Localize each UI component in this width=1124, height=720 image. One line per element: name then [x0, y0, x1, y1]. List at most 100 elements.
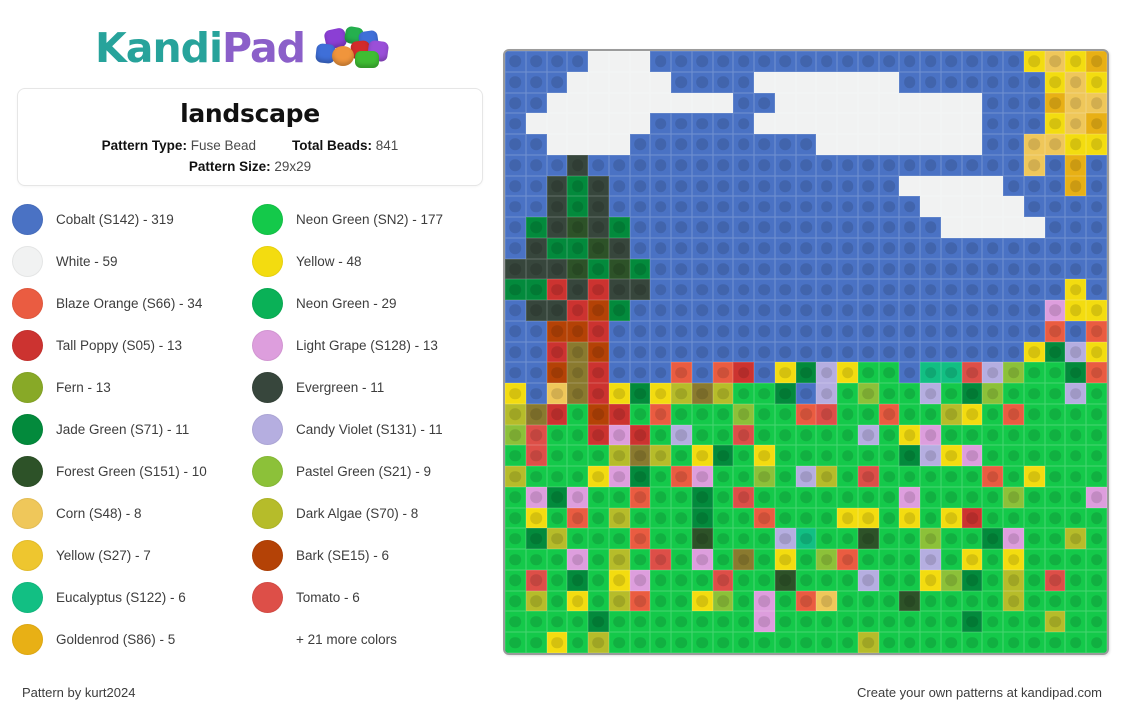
bead-cell[interactable] — [961, 362, 983, 384]
bead-cell[interactable] — [961, 528, 983, 550]
bead-cell[interactable] — [733, 507, 755, 529]
bead-cell[interactable] — [505, 383, 526, 404]
bead-cell[interactable] — [1065, 320, 1087, 342]
bead-cell[interactable] — [816, 237, 838, 259]
bead-cell[interactable] — [816, 92, 838, 114]
bead-cell[interactable] — [588, 258, 609, 280]
bead-cell[interactable] — [671, 196, 692, 218]
bead-cell[interactable] — [733, 279, 755, 301]
bead-cell[interactable] — [691, 154, 713, 176]
bead-cell[interactable] — [567, 258, 589, 280]
bead-cell[interactable] — [774, 51, 796, 72]
bead-cell[interactable] — [671, 71, 692, 93]
bead-cell[interactable] — [857, 632, 879, 653]
bead-cell[interactable] — [920, 175, 941, 197]
bead-cell[interactable] — [629, 362, 651, 384]
bead-cell[interactable] — [505, 237, 526, 259]
bead-cell[interactable] — [608, 466, 630, 487]
bead-cell[interactable] — [1003, 549, 1024, 570]
bead-cell[interactable] — [940, 486, 962, 508]
bead-cell[interactable] — [878, 196, 900, 218]
bead-cell[interactable] — [567, 113, 589, 135]
bead-cell[interactable] — [525, 300, 547, 321]
bead-cell[interactable] — [940, 403, 962, 425]
bead-cell[interactable] — [774, 549, 796, 570]
bead-cell[interactable] — [546, 528, 568, 550]
bead-cell[interactable] — [1065, 466, 1087, 487]
bead-cell[interactable] — [712, 300, 734, 321]
bead-cell[interactable] — [774, 362, 796, 384]
bead-cell[interactable] — [525, 258, 547, 280]
bead-cell[interactable] — [795, 196, 817, 218]
bead-cell[interactable] — [920, 424, 941, 446]
bead-cell[interactable] — [816, 403, 838, 425]
bead-cell[interactable] — [629, 383, 651, 404]
bead-cell[interactable] — [691, 528, 713, 550]
bead-cell[interactable] — [837, 175, 858, 197]
bead-cell[interactable] — [837, 51, 858, 72]
bead-cell[interactable] — [857, 71, 879, 93]
bead-cell[interactable] — [567, 341, 589, 363]
bead-cell[interactable] — [733, 237, 755, 259]
bead-cell[interactable] — [1086, 549, 1107, 570]
bead-cell[interactable] — [671, 528, 692, 550]
bead-cell[interactable] — [899, 279, 921, 301]
bead-cell[interactable] — [940, 466, 962, 487]
bead-cell[interactable] — [650, 279, 672, 301]
bead-cell[interactable] — [1044, 632, 1066, 653]
bead-cell[interactable] — [629, 341, 651, 363]
bead-cell[interactable] — [1086, 611, 1107, 633]
bead-cell[interactable] — [567, 154, 589, 176]
bead-cell[interactable] — [878, 237, 900, 259]
bead-cell[interactable] — [940, 528, 962, 550]
bead-cell[interactable] — [920, 445, 941, 467]
bead-cell[interactable] — [940, 445, 962, 467]
bead-cell[interactable] — [816, 590, 838, 612]
bead-cell[interactable] — [795, 217, 817, 238]
bead-cell[interactable] — [961, 237, 983, 259]
bead-cell[interactable] — [1044, 279, 1066, 301]
bead-cell[interactable] — [1003, 279, 1024, 301]
bead-cell[interactable] — [588, 569, 609, 591]
bead-cell[interactable] — [650, 300, 672, 321]
bead-cell[interactable] — [1044, 154, 1066, 176]
bead-cell[interactable] — [1065, 507, 1087, 529]
bead-cell[interactable] — [691, 279, 713, 301]
bead-cell[interactable] — [1023, 217, 1045, 238]
bead-cell[interactable] — [546, 300, 568, 321]
bead-cell[interactable] — [1023, 528, 1045, 550]
bead-cell[interactable] — [754, 320, 775, 342]
bead-cell[interactable] — [650, 403, 672, 425]
bead-cell[interactable] — [961, 486, 983, 508]
bead-cell[interactable] — [691, 569, 713, 591]
bead-cell[interactable] — [878, 383, 900, 404]
bead-cell[interactable] — [691, 632, 713, 653]
bead-cell[interactable] — [588, 300, 609, 321]
legend-item[interactable]: Cobalt (S142) - 319 — [12, 198, 252, 240]
bead-cell[interactable] — [608, 611, 630, 633]
bead-cell[interactable] — [816, 341, 838, 363]
bead-cell[interactable] — [940, 424, 962, 446]
bead-cell[interactable] — [608, 403, 630, 425]
bead-cell[interactable] — [733, 528, 755, 550]
bead-cell[interactable] — [961, 590, 983, 612]
bead-cell[interactable] — [982, 258, 1004, 280]
bead-cell[interactable] — [567, 175, 589, 197]
bead-cell[interactable] — [1065, 258, 1087, 280]
bead-cell[interactable] — [795, 300, 817, 321]
bead-cell[interactable] — [1003, 528, 1024, 550]
bead-cell[interactable] — [878, 486, 900, 508]
bead-cell[interactable] — [671, 217, 692, 238]
bead-cell[interactable] — [650, 258, 672, 280]
bead-cell[interactable] — [1003, 300, 1024, 321]
bead-cell[interactable] — [795, 486, 817, 508]
bead-cell[interactable] — [1065, 154, 1087, 176]
bead-cell[interactable] — [567, 507, 589, 529]
bead-cell[interactable] — [712, 134, 734, 155]
bead-cell[interactable] — [899, 237, 921, 259]
bead-cell[interactable] — [816, 611, 838, 633]
bead-cell[interactable] — [525, 71, 547, 93]
bead-cell[interactable] — [899, 341, 921, 363]
bead-cell[interactable] — [920, 528, 941, 550]
bead-cell[interactable] — [1065, 217, 1087, 238]
